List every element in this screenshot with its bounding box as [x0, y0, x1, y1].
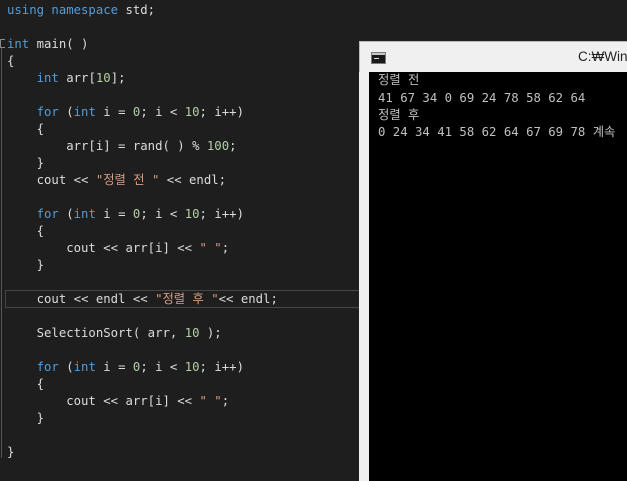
- console-titlebar[interactable]: C:₩Win: [359, 41, 627, 72]
- console-line: 정렬 전: [378, 73, 420, 87]
- code-line[interactable]: cout << arr[i] << " ";: [7, 393, 229, 410]
- code-line[interactable]: for (int i = 0; i < 10; i++): [7, 359, 244, 376]
- console-window-icon[interactable]: [371, 52, 386, 64]
- code-line[interactable]: SelectionSort( arr, 10 );: [7, 325, 222, 342]
- code-line[interactable]: cout << arr[i] << " ";: [7, 240, 229, 257]
- code-line[interactable]: for (int i = 0; i < 10; i++): [7, 104, 244, 121]
- code-line[interactable]: arr[i] = rand( ) % 100;: [7, 138, 236, 155]
- collapse-marker-icon[interactable]: [0, 39, 5, 48]
- code-line[interactable]: cout << endl << "정렬 후 "<< endl;: [7, 291, 278, 308]
- code-line[interactable]: using namespace std;: [7, 2, 155, 19]
- code-line[interactable]: }: [7, 155, 44, 172]
- code-line[interactable]: for (int i = 0; i < 10; i++): [7, 206, 244, 223]
- fold-guide: [1, 48, 2, 458]
- code-line[interactable]: {: [7, 376, 44, 393]
- console-line: 0 24 34 41 58 62 64 67 69 78 계속: [378, 125, 616, 139]
- code-line[interactable]: {: [7, 121, 44, 138]
- console-output[interactable]: 정렬 전 41 67 34 0 69 24 78 58 62 64 정렬 후 0…: [359, 72, 627, 481]
- code-line[interactable]: cout << "정렬 전 " << endl;: [7, 172, 226, 189]
- code-line[interactable]: int arr[10];: [7, 70, 126, 87]
- console-window[interactable]: C:₩Win 정렬 전 41 67 34 0 69 24 78 58 62 64…: [359, 41, 627, 481]
- code-line[interactable]: {: [7, 53, 14, 70]
- code-line[interactable]: }: [7, 410, 44, 427]
- console-line: 정렬 후: [378, 108, 420, 122]
- console-line: 41 67 34 0 69 24 78 58 62 64: [378, 91, 586, 105]
- code-line[interactable]: }: [7, 444, 14, 461]
- console-title: C:₩Win: [578, 49, 627, 64]
- code-line[interactable]: }: [7, 257, 44, 274]
- code-line[interactable]: {: [7, 223, 44, 240]
- code-line[interactable]: int main( ): [7, 36, 88, 53]
